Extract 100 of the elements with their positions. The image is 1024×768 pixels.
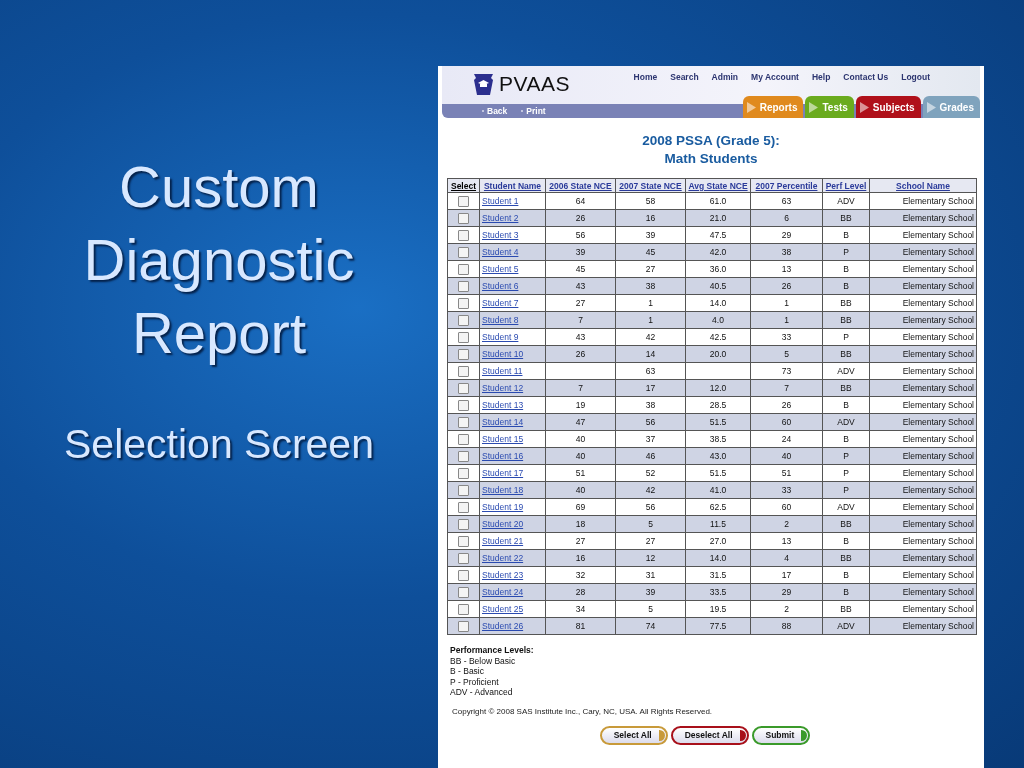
- table-cell: 74: [645, 621, 656, 631]
- table-cell: 69: [575, 502, 586, 512]
- nav-tab[interactable]: Subjects: [855, 96, 921, 118]
- table-cell: BB: [840, 213, 852, 223]
- table-cell: 26: [575, 213, 586, 223]
- table-cell: 5: [648, 519, 653, 529]
- table-cell: 12: [645, 553, 656, 563]
- checkbox[interactable]: [458, 603, 469, 615]
- table-cell: Elementary School: [902, 417, 974, 427]
- table-cell: 60: [781, 417, 792, 427]
- table-cell: 33.5: [709, 587, 727, 597]
- table-cell: ADV: [837, 417, 855, 427]
- play-icon: [926, 101, 936, 113]
- table-cell: 56: [645, 502, 656, 512]
- table-cell: 38: [645, 400, 656, 410]
- column-header[interactable]: 2007 Percentile: [750, 178, 823, 193]
- table-cell: 88: [781, 621, 792, 631]
- table-cell: 14.0: [709, 553, 727, 563]
- checkbox[interactable]: [458, 450, 469, 462]
- checkbox[interactable]: [458, 382, 469, 394]
- table-cell: BB: [840, 298, 852, 308]
- checkbox[interactable]: [458, 416, 469, 428]
- table-cell: Elementary School: [902, 315, 974, 325]
- checkbox[interactable]: [458, 552, 469, 564]
- play-icon: [809, 101, 819, 113]
- table-cell: Elementary School: [902, 400, 974, 410]
- column-header[interactable]: Avg State NCE: [685, 178, 751, 193]
- nav-link[interactable]: Admin: [711, 72, 739, 83]
- checkbox[interactable]: [458, 399, 469, 411]
- checkbox[interactable]: [458, 195, 469, 207]
- nav-link[interactable]: Search: [670, 72, 699, 83]
- legend-title: Performance Levels:: [450, 645, 535, 656]
- checkbox[interactable]: [458, 314, 469, 326]
- table-cell: BB: [840, 553, 852, 563]
- checkbox[interactable]: [458, 535, 469, 547]
- table-cell: 51.5: [709, 417, 727, 427]
- checkbox[interactable]: [458, 467, 469, 479]
- checkbox[interactable]: [458, 518, 469, 530]
- action-button[interactable]: Submit: [751, 725, 811, 745]
- checkbox[interactable]: [458, 586, 469, 598]
- report-title: 2008 PSSA (Grade 5):: [642, 132, 780, 150]
- table-cell: 51: [781, 468, 792, 478]
- table-cell: 29: [781, 230, 792, 240]
- table-cell: ADV: [837, 502, 855, 512]
- column-header[interactable]: Student Name: [479, 178, 546, 193]
- checkbox[interactable]: [458, 229, 469, 241]
- table-cell: Elementary School: [902, 349, 974, 359]
- table-cell: B: [843, 434, 849, 444]
- nav-link[interactable]: Home: [633, 72, 658, 83]
- table-cell: P: [843, 247, 849, 257]
- table-cell: Elementary School: [902, 213, 974, 223]
- table-cell: P: [843, 332, 849, 342]
- action-button[interactable]: Deselect All: [670, 725, 749, 745]
- table-cell: Elementary School: [902, 468, 974, 478]
- checkbox[interactable]: [458, 246, 469, 258]
- table-cell: 45: [645, 247, 656, 257]
- table-cell: 4: [784, 553, 789, 563]
- table-cell: BB: [840, 349, 852, 359]
- legend-item: B - Basic: [450, 666, 484, 677]
- checkbox[interactable]: [458, 348, 469, 360]
- table-cell: 40: [575, 451, 586, 461]
- checkbox[interactable]: [458, 484, 469, 496]
- checkbox[interactable]: [458, 569, 469, 581]
- checkbox[interactable]: [458, 297, 469, 309]
- checkbox[interactable]: [458, 331, 469, 343]
- nav-link[interactable]: My Account: [751, 72, 799, 83]
- nav-link[interactable]: Back: [487, 106, 508, 116]
- table-cell: 12.0: [709, 383, 727, 393]
- checkbox[interactable]: [458, 433, 469, 445]
- table-cell: 56: [575, 230, 586, 240]
- checkbox[interactable]: [458, 263, 469, 275]
- column-header[interactable]: 2006 State NCE: [545, 178, 616, 193]
- table-cell: P: [843, 451, 849, 461]
- nav-link[interactable]: Help: [811, 72, 831, 83]
- table-cell: 60: [781, 502, 792, 512]
- table-cell: 13: [781, 264, 792, 274]
- nav-link[interactable]: Contact Us: [843, 72, 889, 83]
- checkbox[interactable]: [458, 365, 469, 377]
- table-cell: Elementary School: [902, 536, 974, 546]
- table-cell: 37: [645, 434, 656, 444]
- table-cell: 56: [645, 417, 656, 427]
- table-cell: 32: [575, 570, 586, 580]
- column-header[interactable]: School Name: [869, 178, 977, 193]
- column-header[interactable]: 2007 State NCE: [615, 178, 686, 193]
- checkbox[interactable]: [458, 501, 469, 513]
- nav-link[interactable]: Logout: [901, 72, 930, 83]
- table-cell: B: [843, 230, 849, 240]
- legend-item: P - Proficient: [450, 676, 499, 688]
- table-cell: ADV: [837, 366, 855, 376]
- column-header[interactable]: Perf Level: [822, 178, 870, 193]
- column-header: Select: [447, 178, 480, 193]
- table-cell: 38: [781, 247, 792, 257]
- checkbox[interactable]: [458, 280, 469, 292]
- checkbox[interactable]: [458, 212, 469, 224]
- table-cell: 43: [575, 332, 586, 342]
- table-cell: 28: [575, 587, 586, 597]
- nav-link[interactable]: Print: [526, 106, 546, 116]
- table-cell: B: [843, 400, 849, 410]
- checkbox[interactable]: [458, 620, 469, 632]
- action-button[interactable]: Select All: [599, 725, 668, 745]
